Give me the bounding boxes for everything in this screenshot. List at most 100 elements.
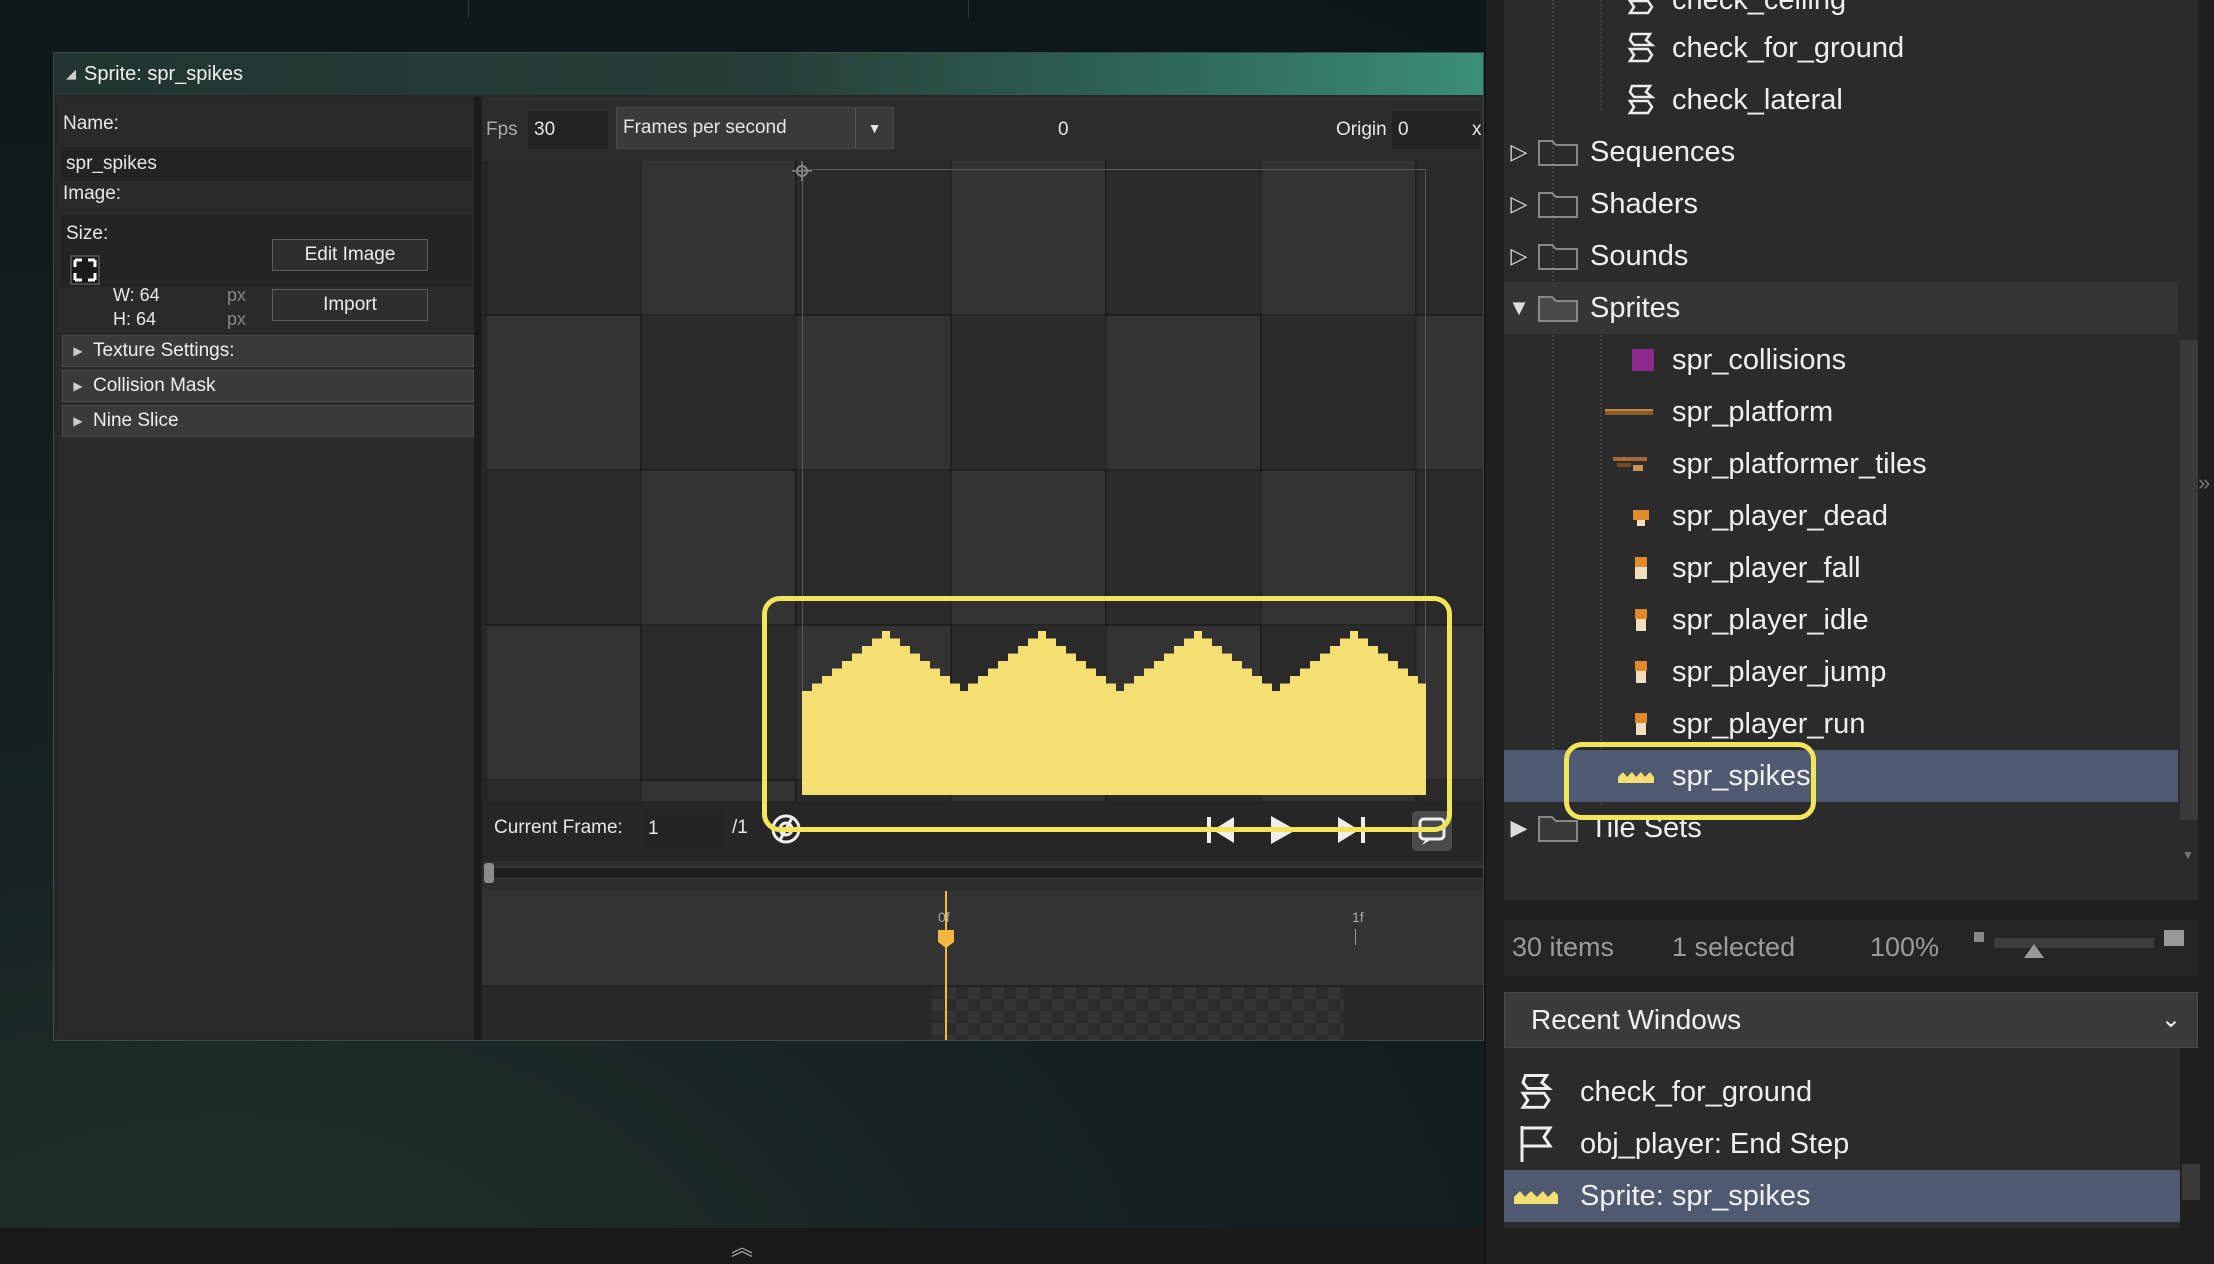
fps-toolbar: Fps 30 Frames per second ▼ Origin 0 x (482, 97, 1483, 161)
panel-expand-icon[interactable]: » (2198, 470, 2210, 496)
tree-item-spr-player-fall[interactable]: spr_player_fall (1504, 542, 2178, 594)
highlight-spr-spikes-item (1564, 742, 1816, 820)
collapse-arrow-icon[interactable]: ▼ (1504, 295, 1534, 321)
origin-label: Origin (1336, 119, 1387, 140)
window-titlebar[interactable]: ◢ Sprite: spr_spikes (54, 53, 1483, 95)
script-icon (1514, 1070, 1558, 1114)
flag-icon (1514, 1122, 1558, 1166)
tree-item-spr-platform[interactable]: spr_platform (1504, 386, 2178, 438)
zoom-slider-thumb[interactable] (2024, 944, 2044, 958)
current-frame-label: Current Frame: (494, 817, 623, 838)
resize-icon[interactable] (70, 255, 100, 285)
expand-arrow-icon[interactable]: ▷ (1504, 139, 1534, 165)
import-button[interactable]: Import (272, 289, 428, 321)
ruler-marker-1: 1f (1352, 909, 1364, 925)
tree-item-spr-platformer-tiles[interactable]: spr_platformer_tiles (1504, 438, 2178, 490)
recent-item-label: check_for_ground (1580, 1075, 1813, 1108)
recent-scrollbar[interactable] (2182, 1164, 2200, 1200)
origin-crosshair-icon[interactable] (792, 161, 812, 181)
name-label: Name: (63, 113, 119, 134)
current-frame-input[interactable]: 1 (642, 811, 726, 847)
timeline-scroll-track[interactable] (482, 867, 1483, 879)
sprite-thumb-icon (1604, 395, 1654, 429)
sprite-thumb-icon (1624, 655, 1658, 689)
fps-mode-select[interactable]: Frames per second ▼ (616, 107, 894, 149)
tree-item-label: spr_platform (1672, 395, 1834, 428)
tree-item-label: Sprites (1590, 291, 1681, 324)
scroll-down-icon[interactable]: ▼ (2182, 848, 2194, 862)
expand-arrow-icon[interactable]: ▶ (1504, 815, 1534, 841)
name-field[interactable]: spr_spikes (60, 147, 472, 181)
origin-y-input[interactable]: 0 (1058, 119, 1069, 141)
origin-x-input[interactable]: 0 (1392, 111, 1480, 149)
section-collision-mask[interactable]: ▶ Collision Mask (62, 370, 474, 402)
fps-mode-value: Frames per second (623, 117, 787, 138)
expand-arrow-icon[interactable]: ▷ (1504, 243, 1534, 269)
sprite-thumb-icon (1624, 551, 1658, 585)
tree-item-label: Sounds (1590, 239, 1689, 272)
recent-item-obj-player-end-step[interactable]: obj_player: End Step (1504, 1118, 2180, 1170)
tree-item-spr-player-idle[interactable]: spr_player_idle (1504, 594, 2178, 646)
tree-item-label: Shaders (1590, 187, 1699, 220)
properties-panel: Name: spr_spikes Image: Size: W: 64 H: 6… (57, 97, 477, 1039)
tree-item-label: check_for_ground (1672, 31, 1905, 64)
tree-item-check-lateral[interactable]: check_lateral (1504, 74, 2178, 126)
folder-icon (1538, 814, 1578, 842)
recent-item-sprite-spr-spikes[interactable]: Sprite: spr_spikes (1504, 1170, 2180, 1222)
tree-item-spr-player-dead[interactable]: spr_player_dead (1504, 490, 2178, 542)
panel-divider[interactable] (474, 97, 482, 1040)
width-unit: px (227, 285, 247, 305)
section-label: Collision Mask (93, 375, 216, 396)
tree-folder-sequences[interactable]: ▷ Sequences (1504, 126, 2178, 178)
tree-item-label: check_ceiling (1672, 0, 1846, 17)
items-count: 30 items (1512, 932, 1615, 962)
edit-image-button[interactable]: Edit Image (272, 239, 428, 271)
origin-separator: x (1472, 119, 1482, 140)
asset-status-bar: 30 items 1 selected 100% (1504, 920, 2198, 976)
tree-item-label: spr_player_dead (1672, 499, 1889, 532)
bottom-dock-bar: ︽ (0, 1228, 1484, 1264)
recent-windows-list: check_for_ground obj_player: End Step Sp… (1504, 1048, 2180, 1228)
zoom-value: 100% (1870, 932, 1940, 962)
zoom-in-icon[interactable] (2164, 930, 2184, 946)
tree-item-label: spr_collisions (1672, 343, 1847, 376)
expand-dock-icon[interactable]: ︽ (731, 1230, 753, 1262)
tree-folder-sounds[interactable]: ▷ Sounds (1504, 230, 2178, 282)
tree-item-spr-collisions[interactable]: spr_collisions (1504, 334, 2178, 386)
expand-arrow-icon[interactable]: ▷ (1504, 191, 1534, 217)
recent-item-check-for-ground[interactable]: check_for_ground (1504, 1066, 2180, 1118)
sprite-editor-window: ◢ Sprite: spr_spikes Name: spr_spikes Im… (53, 52, 1484, 1041)
zoom-out-icon[interactable] (1974, 932, 1984, 942)
chevron-down-icon[interactable]: ⌄ (2161, 1005, 2181, 1034)
timeline-scrollbar[interactable] (482, 861, 1483, 891)
script-icon (1624, 0, 1658, 17)
tree-folder-sprites[interactable]: ▼ Sprites (1504, 282, 2178, 334)
tree-scrollbar[interactable] (2180, 340, 2198, 820)
section-label: Texture Settings: (93, 340, 235, 361)
sprite-thumb-icon (1610, 447, 1650, 481)
section-label: Nine Slice (93, 410, 179, 431)
section-nine-slice[interactable]: ▶ Nine Slice (62, 405, 474, 437)
folder-icon (1538, 190, 1578, 218)
sprite-thumb-icon (1514, 1174, 1558, 1218)
tree-item-spr-player-jump[interactable]: spr_player_jump (1504, 646, 2178, 698)
frame-cell[interactable] (932, 987, 1344, 1040)
timeline-scroll-thumb[interactable] (484, 863, 494, 883)
size-label: Size: (66, 223, 109, 244)
tree-item-check-for-ground[interactable]: check_for_ground (1504, 22, 2178, 74)
folder-icon (1538, 242, 1578, 270)
section-texture-settings[interactable]: ▶ Texture Settings: (62, 335, 474, 367)
tree-item-label: spr_player_jump (1672, 655, 1887, 688)
tree-folder-shaders[interactable]: ▷ Shaders (1504, 178, 2178, 230)
fps-input[interactable]: 30 (528, 111, 608, 149)
recent-windows-header[interactable]: Recent Windows ⌄ (1504, 992, 2198, 1048)
script-icon (1624, 31, 1658, 65)
collapse-triangle-icon[interactable]: ◢ (66, 66, 76, 82)
expand-arrow-icon: ▶ (73, 414, 83, 428)
tree-item-label: spr_player_fall (1672, 551, 1861, 584)
zoom-slider[interactable] (1994, 938, 2154, 948)
recent-windows-title: Recent Windows (1531, 1004, 1742, 1035)
timeline-ruler[interactable]: 0f 1f (482, 891, 1483, 987)
tree-item-label: spr_player_run (1672, 707, 1866, 740)
width-value: W: 64 (113, 285, 160, 305)
